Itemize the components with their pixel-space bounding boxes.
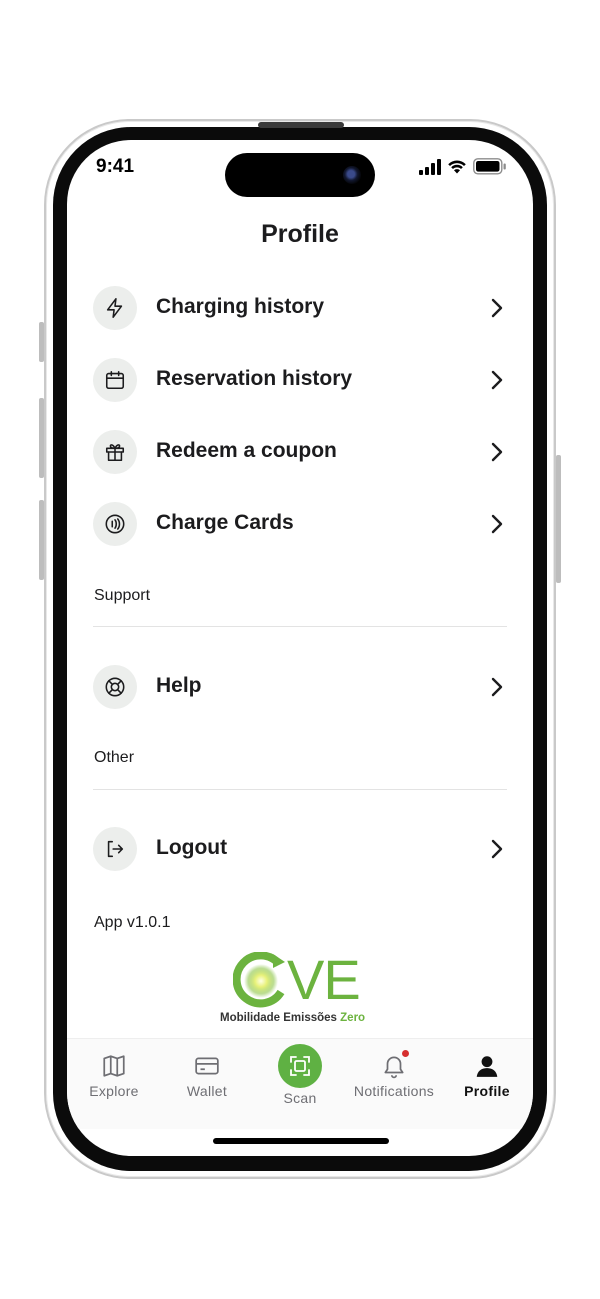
chevron-right-icon — [491, 298, 503, 318]
scan-button[interactable] — [278, 1044, 322, 1088]
menu-icon-circle — [93, 286, 137, 330]
menu-icon-circle — [93, 665, 137, 709]
lifebuoy-icon — [105, 677, 125, 697]
bell-icon — [384, 1056, 404, 1079]
chevron-right-icon — [491, 442, 503, 462]
logo-tagline-suffix: Zero — [340, 1012, 366, 1024]
menu-icon-circle — [93, 502, 137, 546]
app-version: App v1.0.1 — [94, 914, 171, 931]
dynamic-island — [225, 153, 375, 197]
chevron-right-icon — [491, 677, 503, 697]
divider — [93, 626, 507, 627]
wallet-card-icon — [195, 1057, 219, 1075]
volume-up-button — [39, 398, 44, 478]
wifi-icon — [448, 160, 466, 174]
tab-explore[interactable]: Explore — [69, 1039, 159, 1109]
menu-item-label: Charging history — [156, 295, 325, 318]
notification-badge-dot — [402, 1050, 409, 1057]
logo-letters: VE — [287, 948, 361, 1011]
menu-item-charge-cards[interactable]: Charge Cards — [93, 500, 507, 548]
section-title-support: Support — [94, 587, 151, 604]
tab-bar: Explore Wallet Scan Notifications Profil… — [67, 1038, 533, 1129]
map-icon — [103, 1055, 125, 1077]
menu-icon-circle — [93, 430, 137, 474]
divider — [93, 789, 507, 790]
section-title-other: Other — [94, 749, 135, 766]
gift-icon — [105, 444, 125, 462]
chevron-right-icon — [491, 839, 503, 859]
screen: 9:41 Profile Charging history Reservatio… — [67, 140, 533, 1156]
menu-item-charging-history[interactable]: Charging history — [93, 284, 507, 332]
tab-wallet[interactable]: Wallet — [162, 1039, 252, 1109]
menu-item-label: Redeem a coupon — [156, 439, 337, 462]
home-indicator[interactable] — [213, 1138, 389, 1144]
logo-c-mark — [233, 952, 285, 1008]
tab-scan[interactable]: Scan — [255, 1039, 345, 1109]
menu-item-label: Charge Cards — [156, 511, 294, 534]
menu-item-reservation-history[interactable]: Reservation history — [93, 356, 507, 404]
menu-item-label: Help — [156, 674, 202, 697]
mute-switch — [39, 322, 44, 362]
page-title: Profile — [261, 220, 339, 248]
signal-icon — [419, 159, 441, 175]
power-button — [556, 455, 561, 583]
logo-tagline: Mobilidade Emissões Zero — [220, 1012, 365, 1024]
tab-label: Scan — [283, 1090, 317, 1106]
status-time: 9:41 — [96, 156, 135, 177]
chevron-right-icon — [491, 514, 503, 534]
menu-item-help[interactable]: Help — [93, 663, 507, 711]
contactless-card-icon — [105, 514, 125, 534]
speaker-slot — [258, 122, 344, 128]
calendar-icon — [105, 370, 125, 390]
status-icons — [419, 157, 509, 177]
volume-down-button — [39, 500, 44, 580]
lightning-icon — [106, 298, 123, 318]
tab-label: Profile — [464, 1083, 510, 1099]
battery-icon — [473, 158, 506, 175]
tab-notifications[interactable]: Notifications — [348, 1039, 440, 1109]
menu-item-redeem-coupon[interactable]: Redeem a coupon — [93, 428, 507, 476]
scan-icon — [290, 1056, 310, 1076]
cve-logo: VE Mobilidade Emissões Zero — [219, 948, 389, 1028]
menu-icon-circle — [93, 827, 137, 871]
tab-label: Notifications — [353, 1083, 435, 1099]
tab-label: Wallet — [186, 1083, 228, 1099]
menu-item-logout[interactable]: Logout — [93, 825, 507, 873]
chevron-right-icon — [491, 370, 503, 390]
menu-icon-circle — [93, 358, 137, 402]
logout-icon — [107, 840, 124, 858]
menu-item-label: Logout — [156, 836, 228, 859]
logo-tagline-prefix: Mobilidade Emissões — [220, 1012, 337, 1024]
tab-label: Explore — [89, 1083, 139, 1099]
tab-profile[interactable]: Profile — [442, 1039, 532, 1109]
front-camera — [343, 166, 361, 184]
menu-item-label: Reservation history — [156, 367, 353, 390]
person-icon — [476, 1056, 498, 1077]
